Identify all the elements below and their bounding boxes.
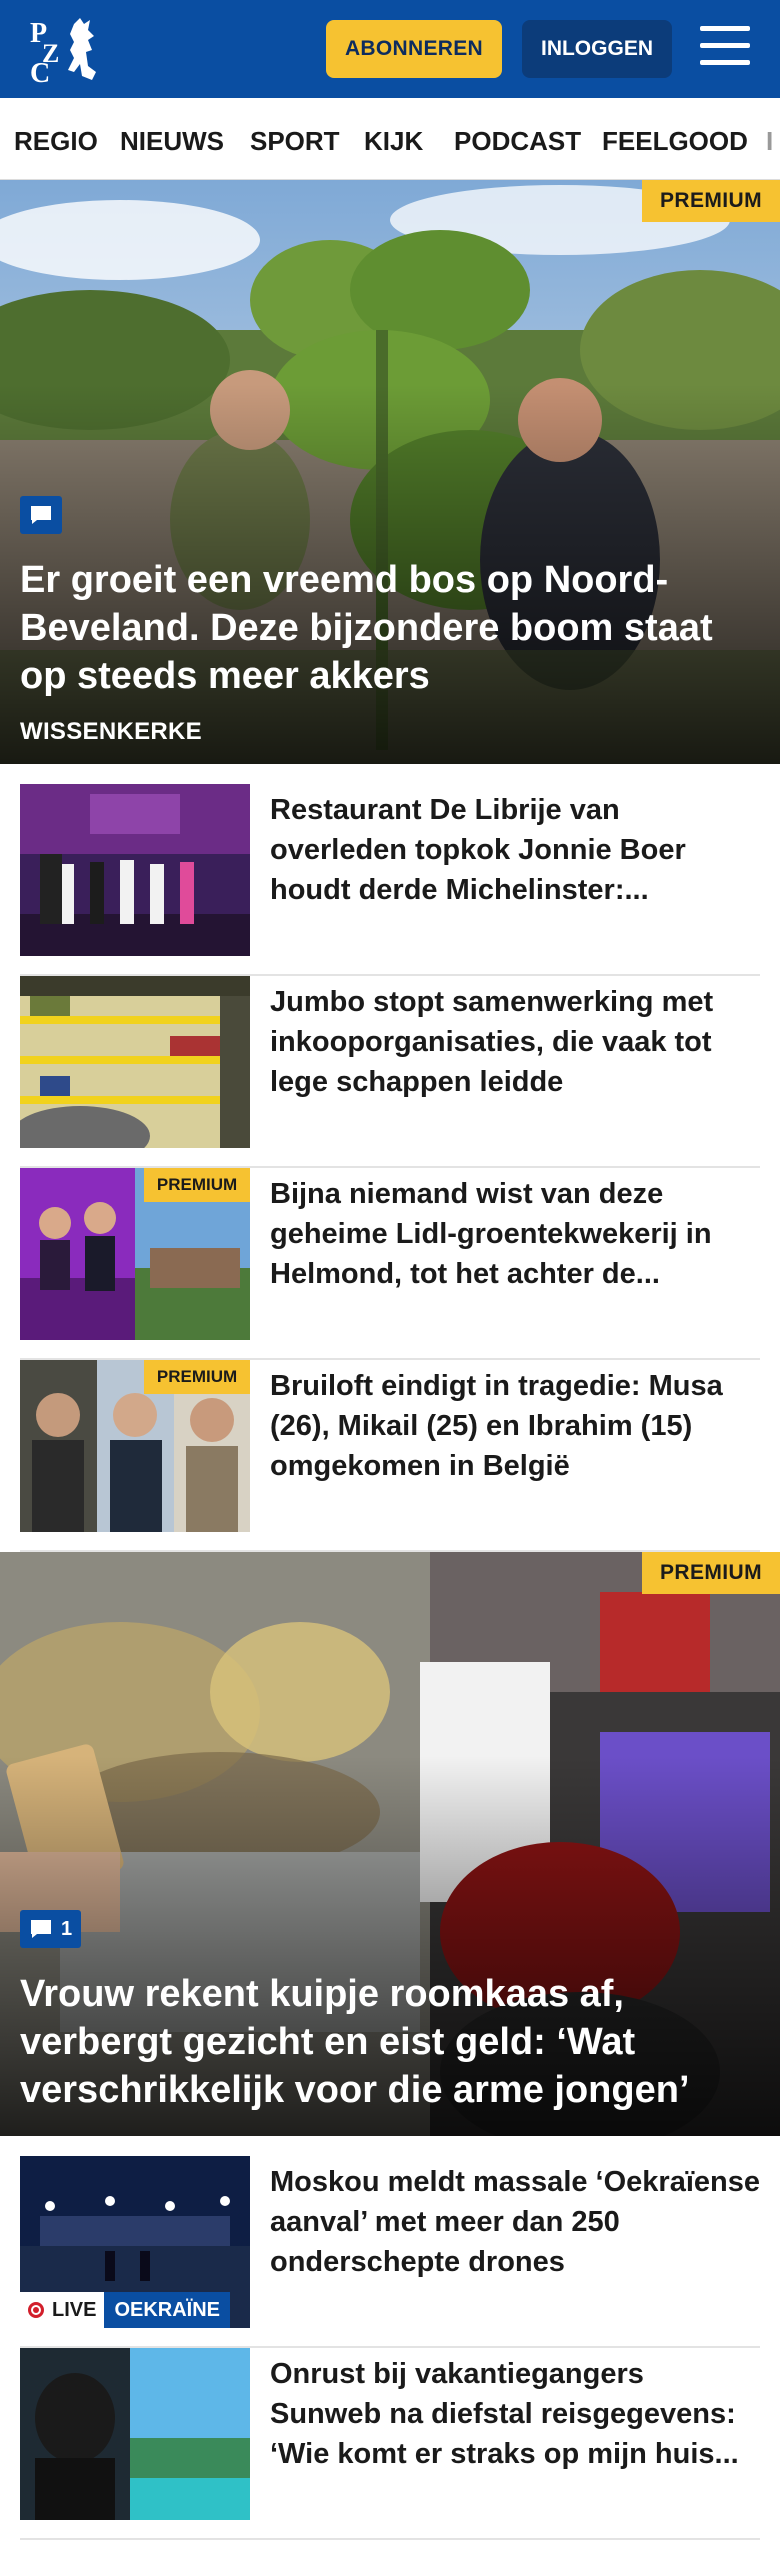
svg-text:Z: Z [42, 39, 59, 68]
comment-icon [31, 1920, 51, 1938]
hero-headline[interactable]: Er groeit een vreemd bos op Noord-Bevela… [20, 556, 760, 700]
hero-headline[interactable]: Vrouw rekent kuipje roomkaas af, verberg… [20, 1970, 760, 2114]
premium-badge: PREMIUM [642, 1552, 780, 1594]
article-thumbnail [20, 784, 250, 956]
premium-badge: PREMIUM [642, 180, 780, 222]
list-item-librije[interactable]: Restaurant De Librije van overleden topk… [20, 784, 760, 976]
article-thumbnail [20, 2348, 250, 2520]
comment-icon [31, 506, 51, 524]
article-headline[interactable]: Onrust bij vakantiegangers Sunweb na die… [270, 2354, 760, 2474]
login-button[interactable]: INLOGGEN [522, 20, 672, 78]
nav-item-podcast[interactable]: PODCAST [454, 126, 581, 157]
pzc-logo[interactable]: P C Z [28, 14, 114, 89]
list-item-sunweb[interactable]: Onrust bij vakantiegangers Sunweb na die… [20, 2348, 760, 2540]
list-item-bruiloft[interactable]: PREMIUM Bruiloft eindigt in tragedie: Mu… [20, 1360, 760, 1552]
nav-item-more[interactable]: I [766, 126, 773, 157]
article-headline[interactable]: Moskou meldt massale ‘Oekraïense aanval’… [270, 2162, 760, 2282]
list-item-moskou[interactable]: LIVE OEKRAÏNE Moskou meldt massale ‘Oekr… [20, 2156, 760, 2348]
topic-tag: OEKRAÏNE [104, 2292, 231, 2328]
list-item-jumbo[interactable]: Jumbo stopt samenwerking met inkooporgan… [20, 976, 760, 1168]
article-thumbnail: LIVE OEKRAÏNE [20, 2156, 250, 2328]
subscribe-button[interactable]: ABONNEREN [326, 20, 502, 78]
article-thumbnail: PREMIUM [20, 1168, 250, 1340]
nav-item-kijk[interactable]: KIJK [364, 126, 423, 157]
comment-badge[interactable]: 1 [20, 1910, 82, 1948]
premium-badge: PREMIUM [144, 1360, 250, 1394]
article-thumbnail: PREMIUM [20, 1360, 250, 1532]
article-headline[interactable]: Jumbo stopt samenwerking met inkooporgan… [270, 982, 760, 1102]
list-item-lidl[interactable]: PREMIUM Bijna niemand wist van deze gehe… [20, 1168, 760, 1360]
hero-article-roomkaas[interactable]: PREMIUM 1 Vrouw rekent kuipje roomkaas a… [0, 1552, 780, 2136]
article-thumbnail [20, 976, 250, 1148]
section-nav: REGIO NIEUWS SPORT KIJK PODCAST FEELGOOD… [0, 98, 780, 180]
comment-badge[interactable] [20, 496, 62, 534]
live-dot-icon [28, 2302, 44, 2318]
live-badge: LIVE OEKRAÏNE [20, 2292, 231, 2328]
nav-item-regio[interactable]: REGIO [14, 126, 98, 157]
site-header: P C Z ABONNEREN INLOGGEN [0, 0, 780, 98]
article-headline[interactable]: Bruiloft eindigt in tragedie: Musa (26),… [270, 1366, 760, 1486]
article-headline[interactable]: Restaurant De Librije van overleden topk… [270, 790, 760, 910]
nav-item-sport[interactable]: SPORT [250, 126, 340, 157]
hero-location-kicker: WISSENKERKE [20, 718, 202, 745]
hamburger-menu-icon[interactable] [700, 26, 752, 72]
hero-article-bos[interactable]: PREMIUM Er groeit een vreemd bos op Noor… [0, 180, 780, 764]
article-headline[interactable]: Bijna niemand wist van deze geheime Lidl… [270, 1174, 760, 1294]
live-label: LIVE [52, 2298, 97, 2321]
nav-item-nieuws[interactable]: NIEUWS [120, 126, 224, 157]
nav-item-feelgood[interactable]: FEELGOOD [602, 126, 748, 157]
premium-badge: PREMIUM [144, 1168, 250, 1202]
comment-count: 1 [61, 1917, 73, 1940]
